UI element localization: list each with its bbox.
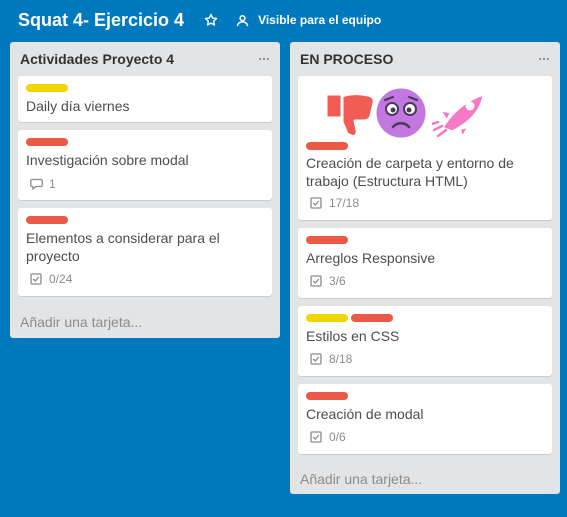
card-daily[interactable]: Daily día viernes — [18, 76, 272, 122]
label-red — [351, 314, 393, 322]
visibility-label: Visible para el equipo — [258, 13, 382, 27]
visibility-button[interactable]: Visible para el equipo — [236, 13, 381, 27]
card-title: Arreglos Responsive — [306, 250, 436, 266]
label-red — [306, 236, 348, 244]
add-card-button[interactable]: Añadir una tarjeta... — [300, 471, 422, 487]
card-labels — [26, 216, 68, 224]
card-investigacion[interactable]: Investigación sobre modal 1 — [18, 130, 272, 200]
star-icon[interactable] — [202, 11, 220, 29]
checklist-badge: 0/24 — [30, 272, 72, 286]
checklist-count: 0/6 — [329, 430, 346, 444]
card-estilos[interactable]: Estilos en CSS 8/18 — [298, 306, 552, 376]
card-title: Daily día viernes — [26, 98, 130, 114]
board-title[interactable]: Squat 4- Ejercicio 4 — [18, 10, 184, 31]
rocket-sticker — [432, 92, 486, 138]
card-title: Elementos a considerar para el proyecto — [26, 230, 220, 264]
label-red — [26, 216, 68, 224]
label-yellow — [26, 84, 68, 92]
label-red — [306, 142, 348, 150]
list-en-proceso: EN PROCESO Creación de carpeta y entorno… — [290, 42, 560, 494]
label-red — [26, 138, 68, 146]
card-creacion-carpeta[interactable]: Creación de carpeta y entorno de trabajo… — [298, 76, 552, 220]
label-yellow — [306, 314, 348, 322]
card-labels — [26, 138, 68, 146]
stickers — [310, 84, 490, 141]
list-title[interactable]: EN PROCESO — [300, 51, 393, 67]
card-arreglos[interactable]: Arreglos Responsive 3/6 — [298, 228, 552, 298]
card-title: Creación de modal — [306, 406, 424, 422]
add-card-button[interactable]: Añadir una tarjeta... — [20, 314, 142, 330]
comments-count: 1 — [49, 177, 56, 191]
label-red — [306, 392, 348, 400]
checklist-icon — [310, 275, 323, 288]
checklist-count: 8/18 — [329, 352, 353, 366]
checklist-count: 0/24 — [49, 272, 73, 286]
checklist-count: 3/6 — [329, 274, 346, 288]
checklist-icon — [310, 197, 323, 210]
card-title: Investigación sobre modal — [26, 152, 189, 168]
checklist-badge: 8/18 — [310, 352, 352, 366]
card-title: Estilos en CSS — [306, 328, 400, 344]
checklist-count: 17/18 — [329, 196, 360, 210]
card-labels — [306, 392, 348, 400]
card-title: Creación de carpeta y entorno de trabajo… — [306, 155, 514, 189]
checklist-badge: 3/6 — [310, 274, 346, 288]
list-actividades: Actividades Proyecto 4 Daily día viernes… — [10, 42, 280, 338]
list-header: EN PROCESO — [290, 42, 560, 76]
checklist-badge: 0/6 — [310, 430, 346, 444]
list-menu-icon[interactable] — [536, 54, 552, 64]
list-header: Actividades Proyecto 4 — [10, 42, 280, 76]
card-creacion-modal[interactable]: Creación de modal 0/6 — [298, 384, 552, 454]
card-labels — [306, 236, 348, 244]
worried-face-sticker — [373, 85, 429, 141]
list-menu-icon[interactable] — [256, 54, 272, 64]
board-header: Squat 4- Ejercicio 4 Visible para el equ… — [0, 0, 567, 40]
comment-icon — [30, 178, 43, 191]
checklist-icon — [310, 431, 323, 444]
checklist-icon — [30, 273, 43, 286]
comments-badge: 1 — [30, 177, 56, 191]
card-labels — [26, 84, 68, 92]
card-labels — [306, 142, 348, 150]
card-elementos[interactable]: Elementos a considerar para el proyecto … — [18, 208, 272, 296]
list-title[interactable]: Actividades Proyecto 4 — [20, 51, 174, 67]
card-labels — [306, 314, 393, 322]
team-icon — [236, 13, 250, 27]
checklist-icon — [310, 353, 323, 366]
checklist-badge: 17/18 — [310, 196, 359, 210]
